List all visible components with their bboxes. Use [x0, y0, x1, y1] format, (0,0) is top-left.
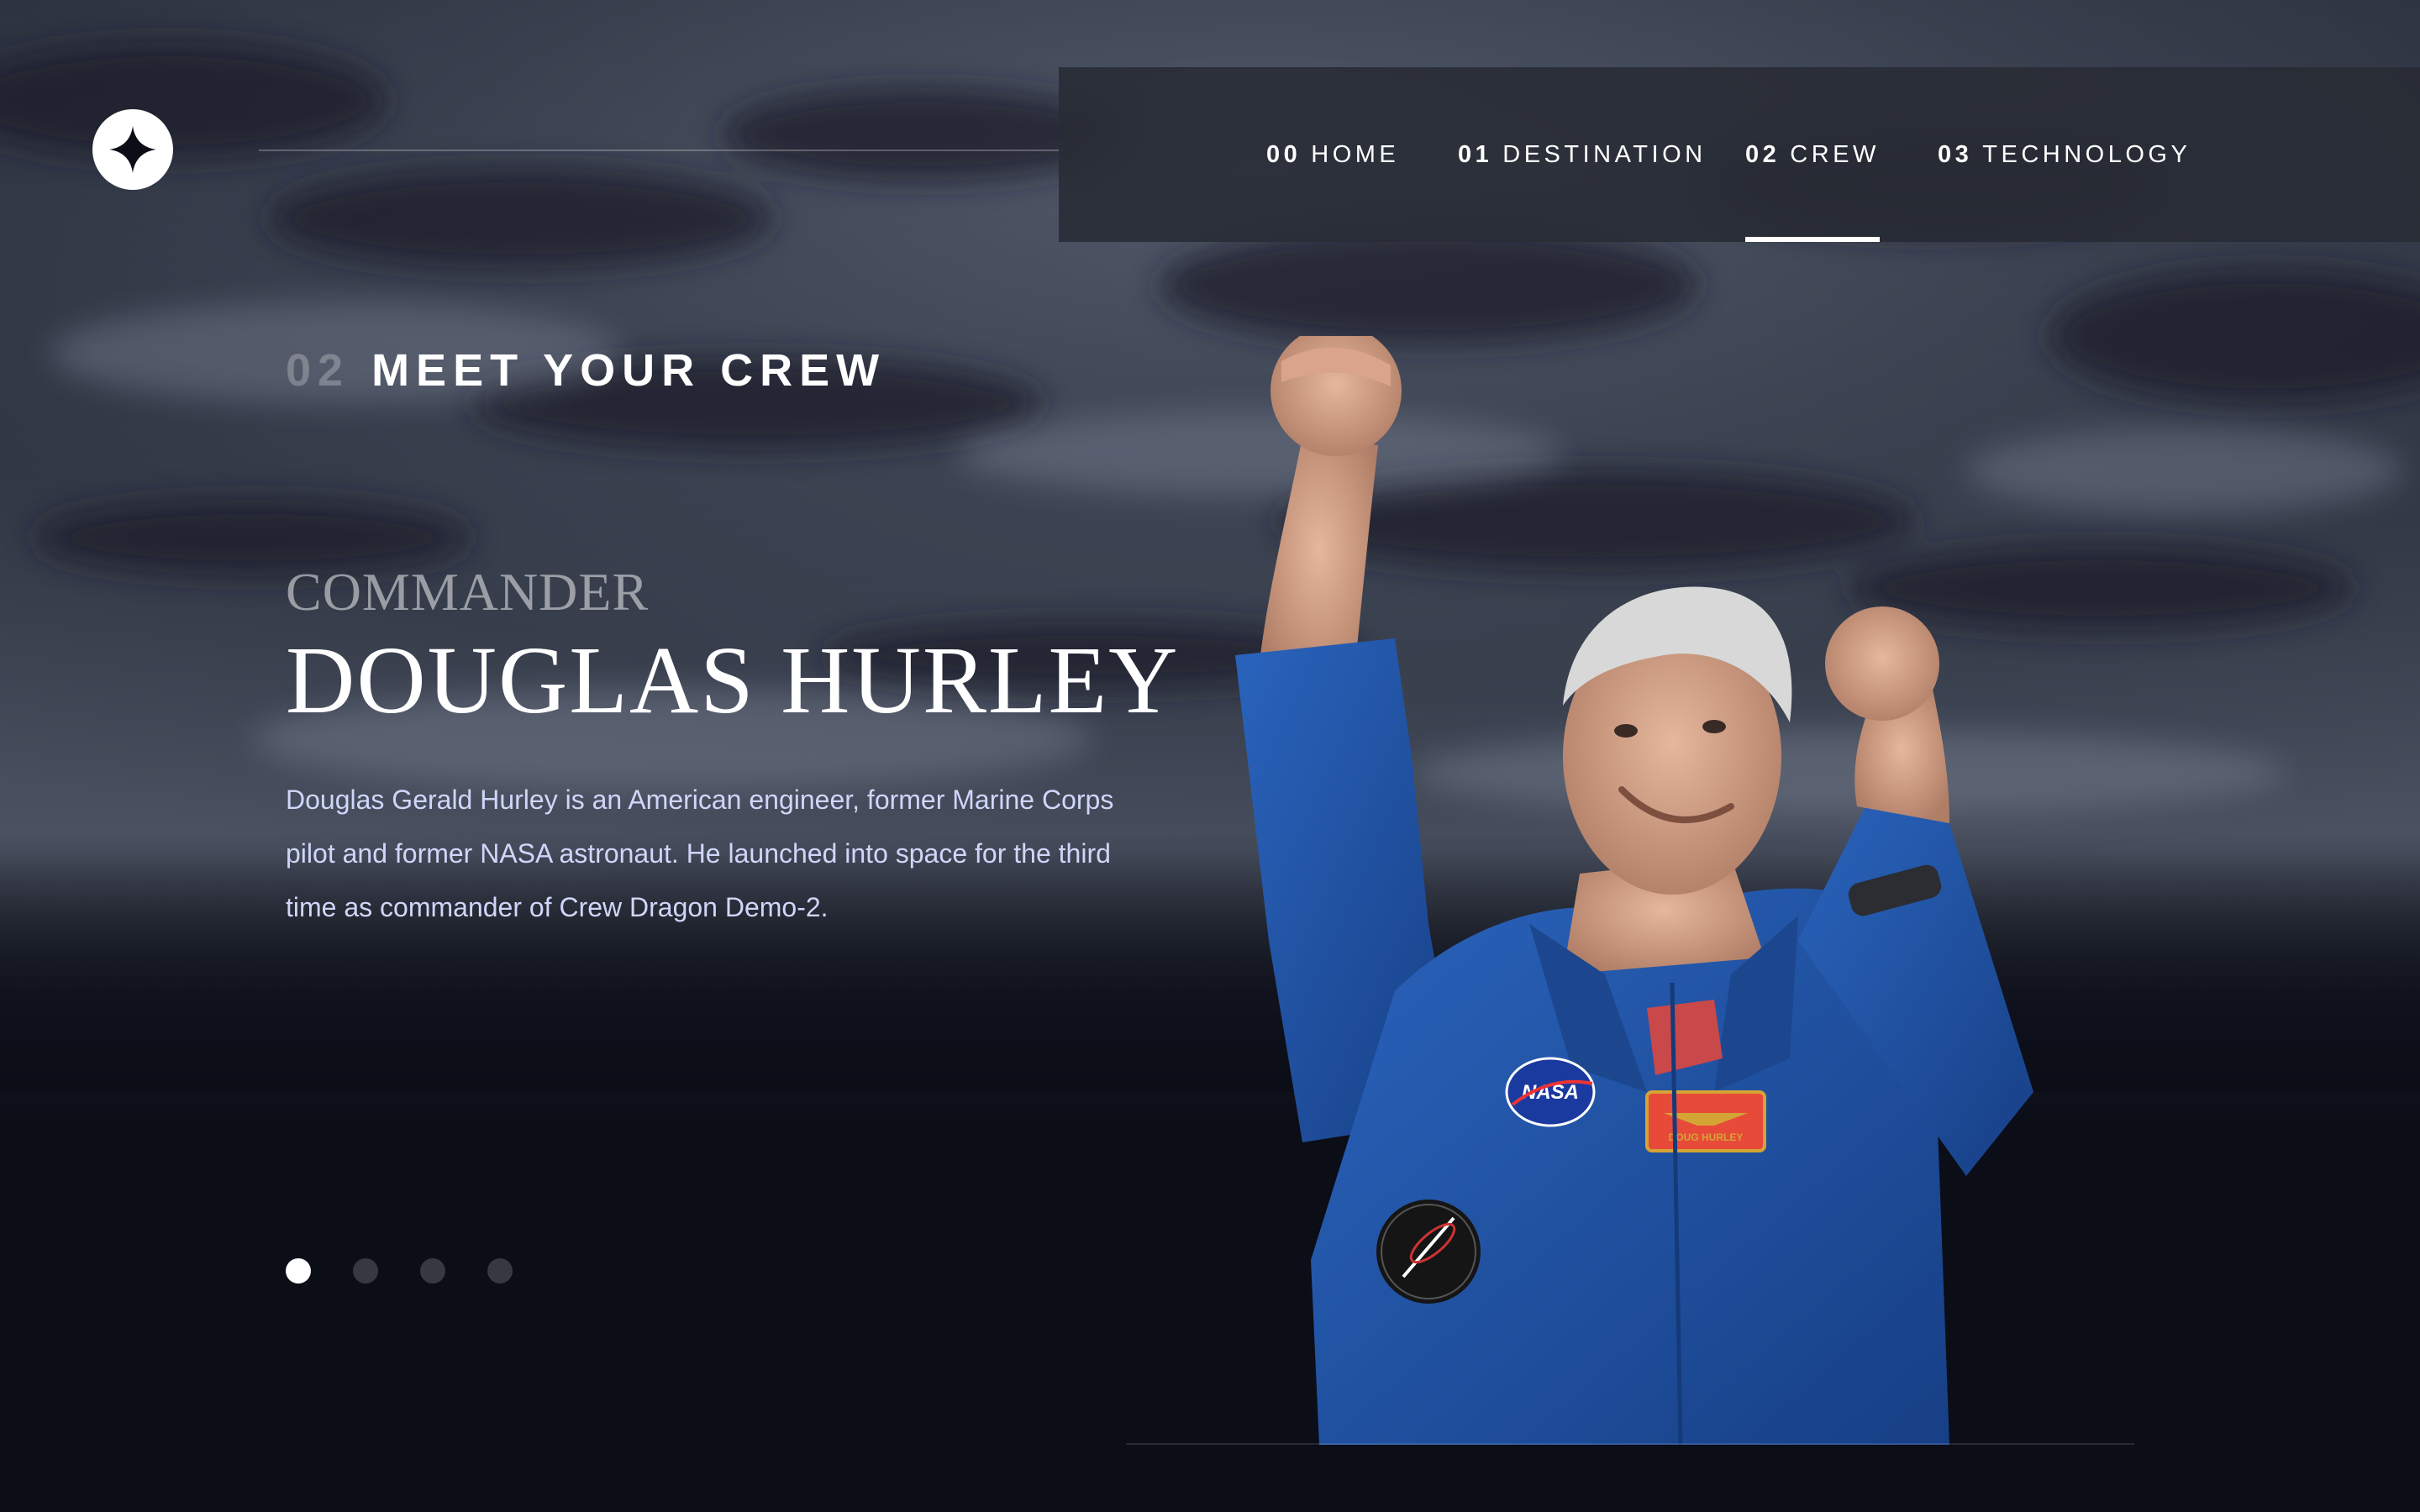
crew-member-image: NASA DOUG HURLEY: [1235, 336, 2033, 1445]
nav-label: DESTINATION: [1502, 140, 1707, 168]
nav-number: 03: [1938, 140, 1973, 168]
nasa-patch: NASA: [1505, 1057, 1596, 1127]
section-title: MEET YOUR CREW: [371, 345, 886, 396]
image-baseline-divider: [1126, 1443, 2134, 1445]
pagination-dot-1[interactable]: [286, 1258, 311, 1284]
nav-number: 02: [1745, 140, 1781, 168]
pagination-dot-2[interactable]: [353, 1258, 378, 1284]
name-tag-text: DOUG HURLEY: [1669, 1131, 1744, 1143]
nav-label: HOME: [1311, 140, 1400, 168]
nav-item-destination[interactable]: 01 DESTINATION: [1458, 67, 1707, 242]
logo-home-link[interactable]: [92, 109, 173, 190]
nav-item-technology[interactable]: 03 TECHNOLOGY: [1938, 67, 2191, 242]
crew-pagination: [286, 1258, 513, 1284]
nav-label: CREW: [1790, 140, 1880, 168]
crew-bio: Douglas Gerald Hurley is an American eng…: [286, 785, 1114, 922]
pagination-dot-3[interactable]: [420, 1258, 445, 1284]
nav-item-crew[interactable]: 02 CREW: [1745, 67, 1880, 242]
header-divider: [259, 150, 1126, 151]
crew-page: 00 HOME 01 DESTINATION 02 CREW 03 TECHNO…: [0, 0, 2420, 1512]
crew-role: COMMANDER: [286, 562, 650, 622]
name-tag-patch: DOUG HURLEY: [1645, 1090, 1766, 1152]
nav-number: 01: [1458, 140, 1493, 168]
section-heading: 02 MEET YOUR CREW: [286, 344, 886, 396]
star-logo-icon: [109, 126, 156, 173]
nav-item-home[interactable]: 00 HOME: [1266, 67, 1399, 242]
crew-name: DOUGLAS HURLEY: [286, 627, 1180, 733]
nav-number: 00: [1266, 140, 1302, 168]
nav-label: TECHNOLOGY: [1982, 140, 2191, 168]
main-navigation: 00 HOME 01 DESTINATION 02 CREW 03 TECHNO…: [1059, 67, 2420, 242]
crew-program-patch: [1376, 1200, 1481, 1304]
pagination-dot-4[interactable]: [487, 1258, 513, 1284]
section-number: 02: [286, 345, 350, 396]
